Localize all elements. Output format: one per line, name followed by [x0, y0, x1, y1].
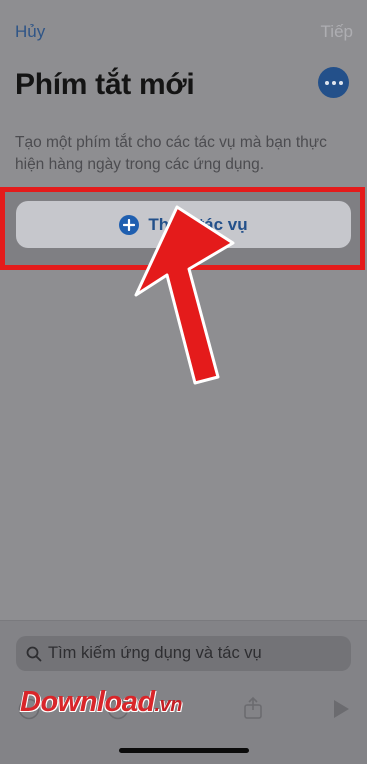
watermark-logo: Download.vn: [20, 686, 182, 719]
share-icon[interactable]: [243, 696, 263, 720]
more-dot-icon: [331, 80, 336, 85]
home-indicator: [119, 748, 249, 753]
search-icon: [26, 646, 42, 661]
watermark-suffix: .vn: [154, 694, 183, 716]
search-placeholder: Tìm kiếm ứng dụng và tác vụ: [48, 644, 262, 662]
watermark-text: Download: [20, 686, 155, 718]
page-title: Phím tắt mới: [15, 68, 195, 101]
next-button[interactable]: Tiếp: [321, 22, 353, 42]
more-dot-icon: [324, 80, 329, 85]
more-dot-icon: [338, 80, 343, 85]
red-arrow-icon: [134, 205, 235, 385]
description-text: Tạo một phím tắt cho các tác vụ mà bạn t…: [15, 134, 327, 173]
more-options-button[interactable]: [318, 67, 349, 98]
search-input[interactable]: Tìm kiếm ứng dụng và tác vụ: [16, 636, 351, 671]
play-icon[interactable]: [331, 698, 351, 720]
cancel-button[interactable]: Hủy: [15, 22, 45, 42]
